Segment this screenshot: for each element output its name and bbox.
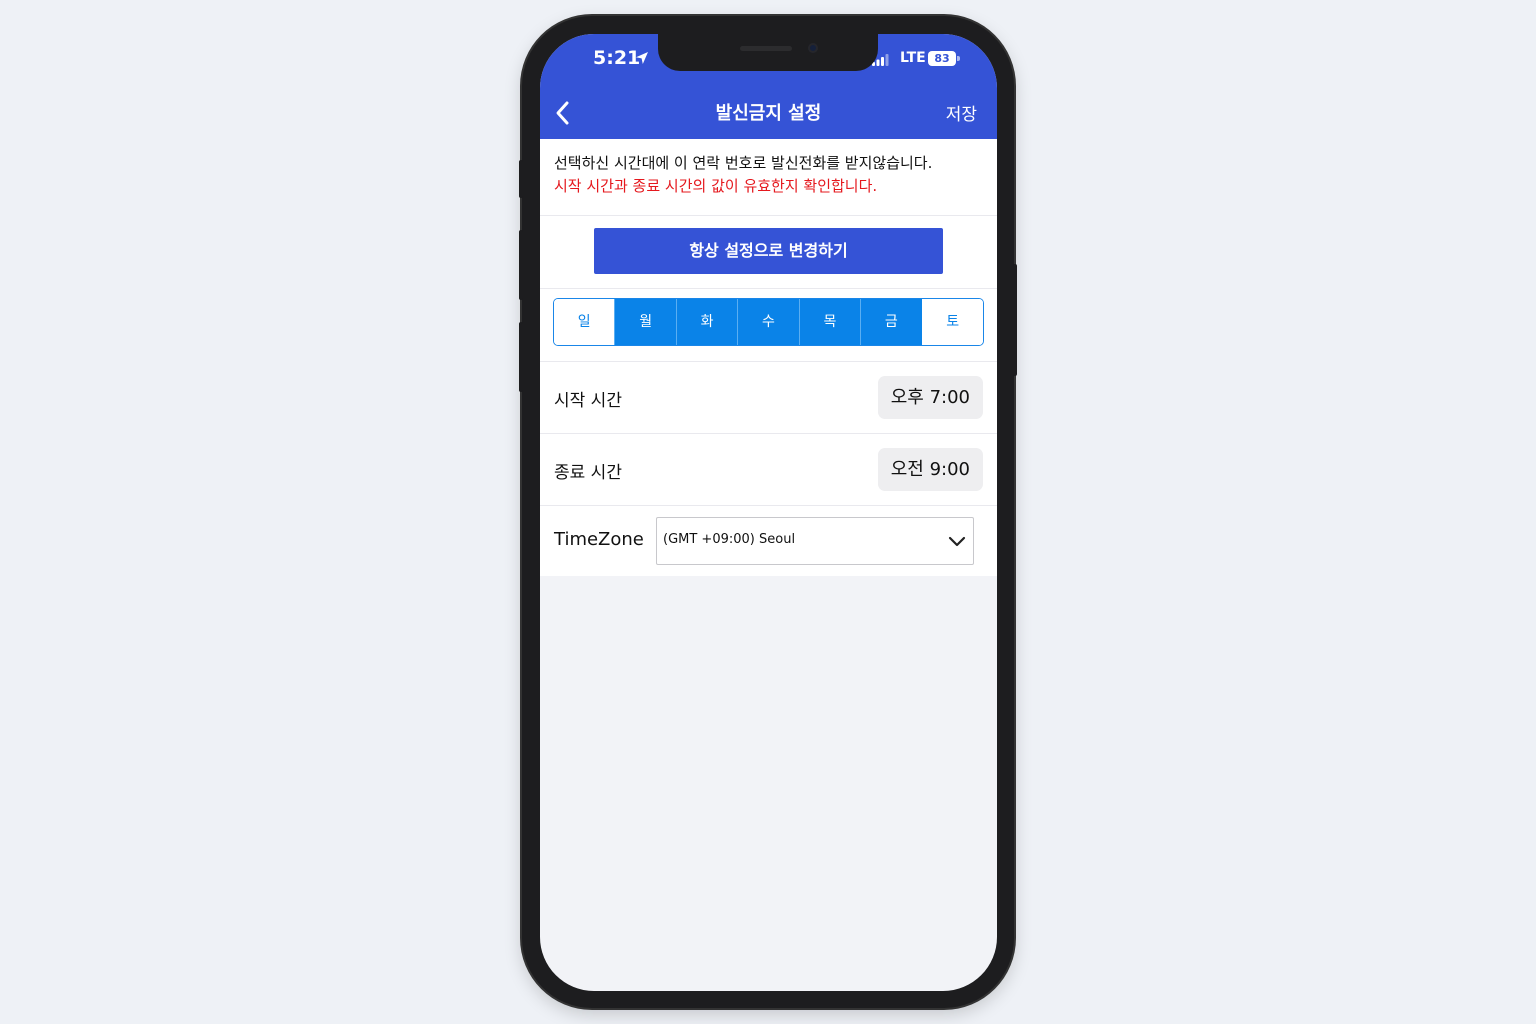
notch <box>658 34 878 71</box>
end-time-picker[interactable]: 오전 9:00 <box>877 448 983 491</box>
phone-silent-switch <box>519 160 523 198</box>
battery-icon: 83 <box>928 51 956 66</box>
validation-warning: 시작 시간과 종료 시간의 값이 유효한지 확인합니다. <box>554 177 878 195</box>
end-time-label: 종료 시간 <box>554 463 622 483</box>
start-time-row: 시작 시간 오후 7:00 <box>540 362 997 434</box>
day-sunday[interactable]: 일 <box>554 299 615 345</box>
notice-text: 선택하신 시간대에 이 연락 번호로 발신전화를 받지않습니다. <box>554 154 933 172</box>
change-to-always-button[interactable]: 항상 설정으로 변경하기 <box>594 228 943 274</box>
network-type: LTE <box>900 50 926 66</box>
battery-cap <box>957 56 960 61</box>
phone-volume-up-button <box>519 230 523 300</box>
end-time-row: 종료 시간 오전 9:00 <box>540 434 997 506</box>
day-monday[interactable]: 월 <box>614 299 676 345</box>
start-time-label: 시작 시간 <box>554 391 622 411</box>
chevron-down-icon <box>948 536 966 547</box>
day-saturday[interactable]: 토 <box>921 299 983 345</box>
speaker-grille <box>740 46 792 51</box>
phone-screen: 5:21 LTE 83 발신금지 설정 저장 선택하신 시간대에 이 연락 번호… <box>540 34 997 991</box>
status-time: 5:21 <box>593 47 641 69</box>
weekday-row: 일 월 화 수 목 금 토 <box>540 289 997 362</box>
timezone-row: TimeZone (GMT +09:00) Seoul <box>540 505 997 576</box>
timezone-label: TimeZone <box>554 529 644 550</box>
location-arrow-icon <box>636 52 648 64</box>
page-title: 발신금지 설정 <box>715 103 822 124</box>
always-setting-row: 항상 설정으로 변경하기 <box>540 216 997 289</box>
timezone-select[interactable]: (GMT +09:00) Seoul <box>656 517 974 565</box>
front-camera <box>808 43 818 53</box>
day-thursday[interactable]: 목 <box>798 299 861 345</box>
phone-volume-down-button <box>519 322 523 392</box>
timezone-value: (GMT +09:00) Seoul <box>663 532 796 547</box>
notice-box: 선택하신 시간대에 이 연락 번호로 발신전화를 받지않습니다. 시작 시간과 … <box>540 139 997 216</box>
day-tuesday[interactable]: 화 <box>675 299 738 345</box>
save-button[interactable]: 저장 <box>946 100 977 125</box>
battery-level: 83 <box>934 52 950 65</box>
settings-panel: 선택하신 시간대에 이 연락 번호로 발신전화를 받지않습니다. 시작 시간과 … <box>540 139 997 576</box>
day-wednesday[interactable]: 수 <box>737 299 799 345</box>
phone-power-button <box>1013 264 1017 376</box>
start-time-picker[interactable]: 오후 7:00 <box>877 376 983 419</box>
chevron-left-icon[interactable] <box>548 99 580 127</box>
weekday-selector: 일 월 화 수 목 금 토 <box>553 298 984 346</box>
day-friday[interactable]: 금 <box>860 299 922 345</box>
